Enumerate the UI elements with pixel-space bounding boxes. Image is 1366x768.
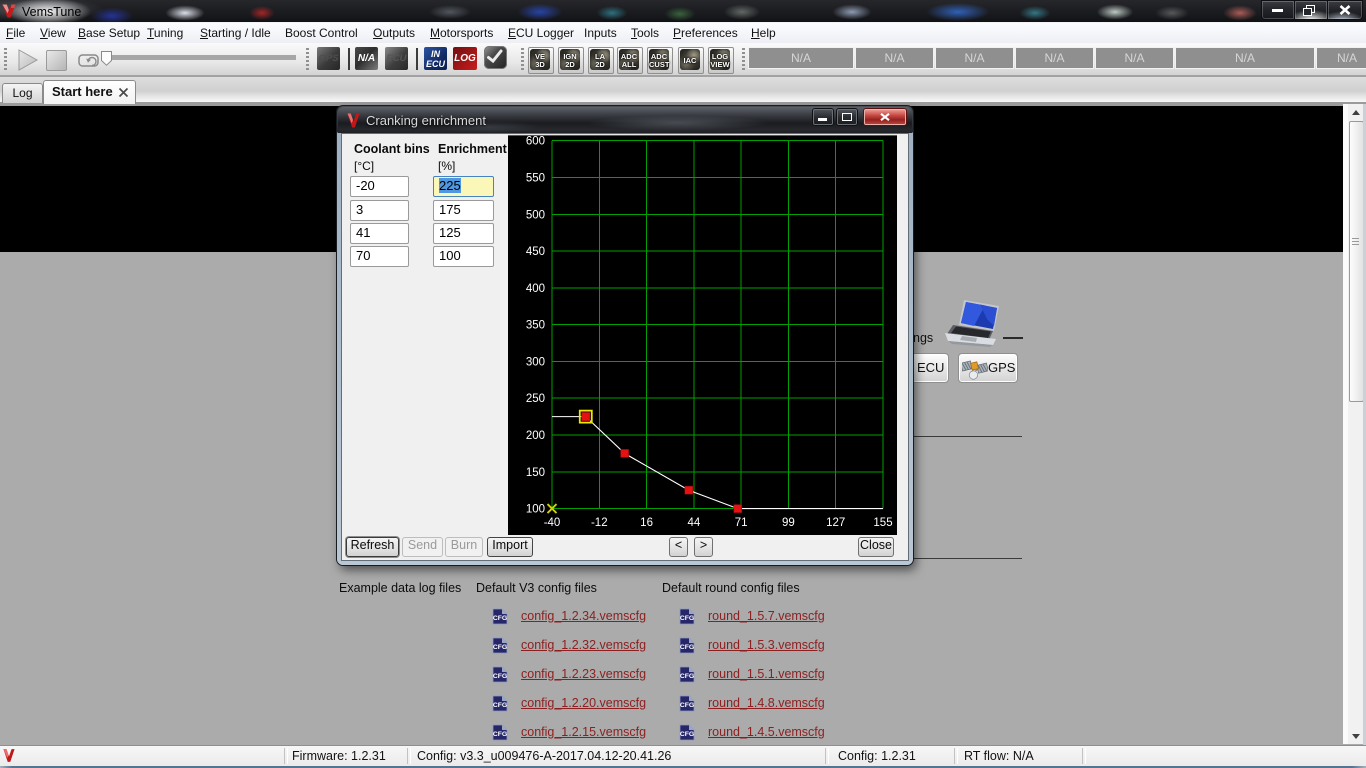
- svg-text:CFG: CFG: [493, 673, 507, 680]
- svg-text:155: 155: [873, 517, 892, 529]
- svg-text:CFG: CFG: [493, 644, 507, 651]
- svg-text:350: 350: [526, 320, 545, 332]
- svg-text:-12: -12: [591, 517, 608, 529]
- svg-text:CFG: CFG: [680, 673, 694, 680]
- svg-text:200: 200: [526, 430, 545, 442]
- svg-text:100: 100: [526, 504, 545, 516]
- svg-text:99: 99: [782, 517, 795, 529]
- svg-text:CFG: CFG: [680, 702, 694, 709]
- svg-text:-40: -40: [544, 517, 561, 529]
- svg-text:550: 550: [526, 172, 545, 184]
- svg-text:300: 300: [526, 356, 545, 368]
- svg-text:16: 16: [640, 517, 653, 529]
- svg-text:CFG: CFG: [680, 615, 694, 622]
- svg-text:400: 400: [526, 283, 545, 295]
- svg-text:500: 500: [526, 209, 545, 221]
- svg-text:127: 127: [826, 517, 845, 529]
- svg-text:71: 71: [735, 517, 748, 529]
- svg-text:CFG: CFG: [493, 731, 507, 738]
- svg-text:CFG: CFG: [680, 644, 694, 651]
- svg-text:CFG: CFG: [493, 615, 507, 622]
- svg-text:250: 250: [526, 393, 545, 405]
- svg-text:600: 600: [526, 136, 545, 148]
- svg-text:CFG: CFG: [493, 702, 507, 709]
- svg-text:44: 44: [687, 517, 700, 529]
- svg-text:150: 150: [526, 467, 545, 479]
- svg-text:450: 450: [526, 246, 545, 258]
- svg-text:CFG: CFG: [680, 731, 694, 738]
